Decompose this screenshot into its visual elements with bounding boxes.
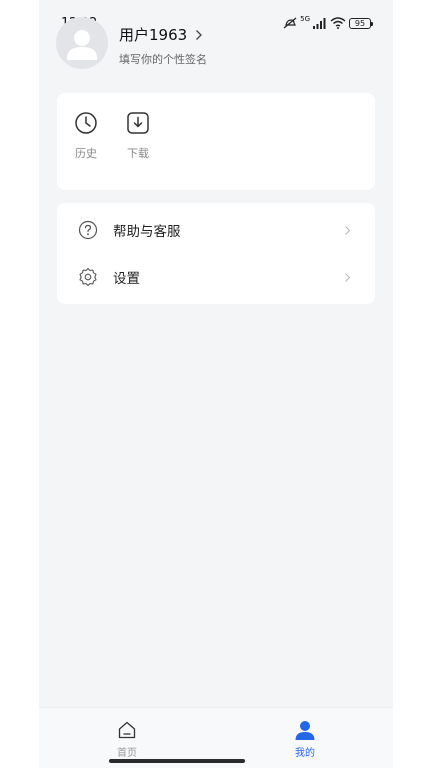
username: 用户1963	[119, 26, 188, 44]
settings-icon	[77, 266, 99, 288]
menu-item-label: 设置	[113, 271, 140, 287]
signature-text[interactable]: 填写你的个性签名	[119, 51, 207, 67]
username-row[interactable]: 用户1963	[119, 24, 203, 45]
quick-actions-card: 历史 下载	[57, 93, 375, 190]
tab-profile[interactable]: 我的	[275, 719, 335, 759]
chevron-right-icon	[195, 29, 203, 41]
tab-label: 首页	[117, 748, 137, 759]
home-indicator	[109, 759, 245, 763]
silent-icon	[283, 17, 297, 29]
chevron-right-icon	[344, 272, 351, 283]
wifi-icon	[330, 17, 346, 29]
menu-item-label: 帮助与客服	[113, 224, 181, 240]
quick-item-label: 历史	[75, 147, 97, 160]
quick-item-label: 下载	[127, 147, 149, 160]
profile-screen: 12:02 5G	[39, 0, 393, 768]
profile-icon	[294, 719, 316, 741]
quick-item-history[interactable]: 历史	[71, 111, 101, 161]
quick-item-download[interactable]: 下载	[123, 111, 153, 161]
tab-home[interactable]: 首页	[97, 719, 157, 759]
signal-icon	[313, 17, 327, 29]
chevron-right-icon	[344, 225, 351, 236]
tab-label: 我的	[295, 748, 315, 759]
menu-card: 帮助与客服 设置	[57, 203, 375, 304]
help-icon	[77, 219, 99, 241]
home-icon	[116, 719, 138, 741]
status-icons: 5G 95	[283, 15, 373, 29]
avatar[interactable]	[56, 17, 108, 69]
battery-icon: 95	[349, 17, 373, 29]
download-icon	[126, 111, 150, 135]
menu-item-settings[interactable]: 设置	[57, 254, 375, 300]
network-type: 5G	[300, 15, 310, 23]
history-icon	[74, 111, 98, 135]
menu-item-help[interactable]: 帮助与客服	[57, 207, 375, 253]
